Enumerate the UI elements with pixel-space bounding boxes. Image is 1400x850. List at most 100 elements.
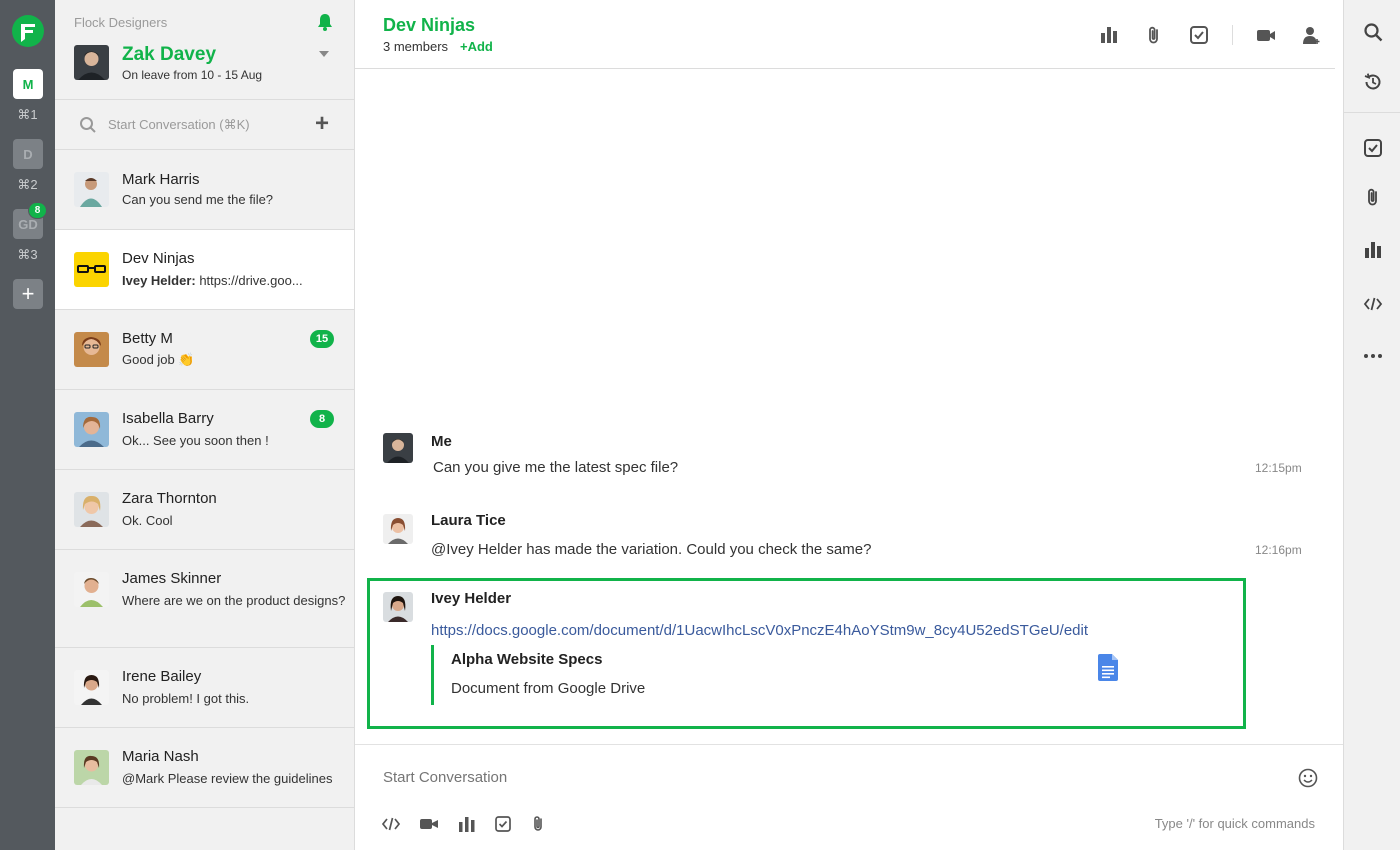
avatar [74,172,109,207]
conversation-item-isabella-barry[interactable]: Isabella Barry Ok... See you soon then !… [55,390,354,470]
message-composer: Type '/' for quick commands [355,744,1343,850]
profile-header[interactable]: Flock Designers Zak Davey On leave from … [55,0,354,100]
conversation-item-dev-ninjas[interactable]: Dev Ninjas Ivey Helder: https://drive.go… [55,230,354,310]
avatar [74,492,109,527]
add-member-link[interactable]: +Add [460,39,493,54]
add-member-icon[interactable] [1301,25,1321,45]
conversation-list-panel: Flock Designers Zak Davey On leave from … [55,0,355,850]
toolbar-divider [1344,112,1400,113]
poll-icon[interactable] [1363,240,1383,260]
search-input[interactable]: Start Conversation (⌘K) [108,117,250,133]
right-toolbar [1343,0,1400,850]
start-conversation-search[interactable]: Start Conversation (⌘K) + [55,100,354,150]
link-preview-accent [431,645,434,705]
video-call-icon[interactable] [420,815,438,833]
message-timestamp: 12:16pm [1255,543,1302,557]
poll-icon[interactable] [1099,25,1119,45]
paperclip-icon[interactable] [1363,187,1383,207]
conversation-name: Zara Thornton [122,490,217,507]
add-team-button[interactable]: + [13,279,43,309]
chat-header: Dev Ninjas 3 members +Add [355,0,1335,69]
preview-text: https://drive.goo... [195,273,303,288]
team-rail: M ⌘1 D ⌘2 GD 8 ⌘3 + [0,0,55,850]
bell-icon[interactable] [317,13,333,31]
conversation-preview: Ivey Helder: https://drive.goo... [122,271,348,291]
conversation-preview: Ok... See you soon then ! [122,433,269,448]
conversation-preview: No problem! I got this. [122,691,250,706]
avatar [74,412,109,447]
avatar[interactable] [383,433,413,463]
avatar[interactable] [383,592,413,622]
code-snippet-icon[interactable] [1363,294,1383,314]
paperclip-icon[interactable] [529,815,547,833]
avatar [74,572,109,607]
conversation-item-mark-harris[interactable]: Mark Harris Can you send me the file? [55,150,354,230]
member-count[interactable]: 3 members [383,39,448,54]
chat-panel: Dev Ninjas 3 members +Add Me Can you giv… [355,0,1343,850]
paperclip-icon[interactable] [1144,25,1164,45]
poll-icon[interactable] [458,815,476,833]
avatar[interactable] [383,514,413,544]
history-icon[interactable] [1363,72,1383,92]
chevron-down-icon[interactable] [319,51,329,57]
conversation-item-james-skinner[interactable]: James Skinner Where are we on the produc… [55,550,354,648]
search-icon[interactable] [1363,22,1383,42]
link-preview-subtitle: Document from Google Drive [451,680,646,697]
quick-commands-hint: Type '/' for quick commands [1154,816,1315,831]
team-name: Flock Designers [74,15,168,30]
code-snippet-icon[interactable] [382,815,400,833]
conversation-name: Betty M [122,330,173,347]
task-checkbox-icon[interactable] [1189,25,1209,45]
team-shortcut-1: ⌘1 [17,107,38,122]
link-preview-title[interactable]: Alpha Website Specs [451,651,602,668]
message-sender: Me [431,433,452,450]
conversation-preview: Can you send me the file? [122,192,274,207]
avatar [74,332,109,367]
message-text: Can you give me the latest spec file? [433,459,679,476]
new-conversation-button[interactable]: + [315,112,329,136]
google-doc-link[interactable]: https://docs.google.com/document/d/1Uacw… [431,622,1088,639]
more-options-icon[interactable] [1363,346,1383,366]
user-status: On leave from 10 - 15 Aug [122,68,263,82]
avatar [74,252,109,287]
google-docs-icon[interactable] [1098,654,1118,681]
message-sender: Laura Tice [431,512,506,529]
glasses-icon [74,252,109,287]
avatar[interactable] [74,45,109,80]
task-checkbox-icon[interactable] [1363,138,1383,158]
conversation-item-irene-bailey[interactable]: Irene Bailey No problem! I got this. [55,648,354,728]
conversation-item-betty-m[interactable]: Betty M Good job 👏 15 [55,310,354,390]
unread-badge: 8 [310,410,334,428]
user-name: Zak Davey [122,44,217,65]
team-switch-d[interactable]: D [13,139,43,169]
message-text: @Ivey Helder has made the variation. Cou… [431,541,872,558]
team-switch-m[interactable]: M [13,69,43,99]
preview-sender: Ivey Helder: [122,273,196,288]
message-input[interactable] [383,769,1233,786]
conversation-preview: Where are we on the product designs? [122,593,346,608]
conversation-name: Isabella Barry [122,410,214,427]
search-icon [80,117,96,133]
conversation-item-maria-nash[interactable]: Maria Nash @Mark Please review the guide… [55,728,354,808]
unread-badge: 15 [310,330,334,348]
team-shortcut-2: ⌘2 [17,177,38,192]
conversation-item-zara-thornton[interactable]: Zara Thornton Ok. Cool [55,470,354,550]
conversation-preview: Ok. Cool [122,513,173,528]
avatar [74,670,109,705]
channel-title[interactable]: Dev Ninjas [383,15,475,36]
conversation-preview: Good job 👏 [122,352,195,367]
conversation-name: Mark Harris [122,171,200,188]
task-checkbox-icon[interactable] [494,815,512,833]
team-shortcut-3: ⌘3 [17,247,38,262]
video-call-icon[interactable] [1256,25,1276,45]
message-timestamp: 12:15pm [1255,461,1302,475]
flock-logo-icon[interactable] [12,15,44,47]
conversation-name: James Skinner [122,570,222,587]
emoji-icon[interactable] [1298,768,1318,788]
avatar [74,750,109,785]
conversation-name: Dev Ninjas [122,250,195,267]
header-divider [1232,25,1233,45]
message-sender: Ivey Helder [431,590,512,607]
conversation-name: Irene Bailey [122,668,202,685]
conversation-name: Maria Nash [122,748,199,765]
